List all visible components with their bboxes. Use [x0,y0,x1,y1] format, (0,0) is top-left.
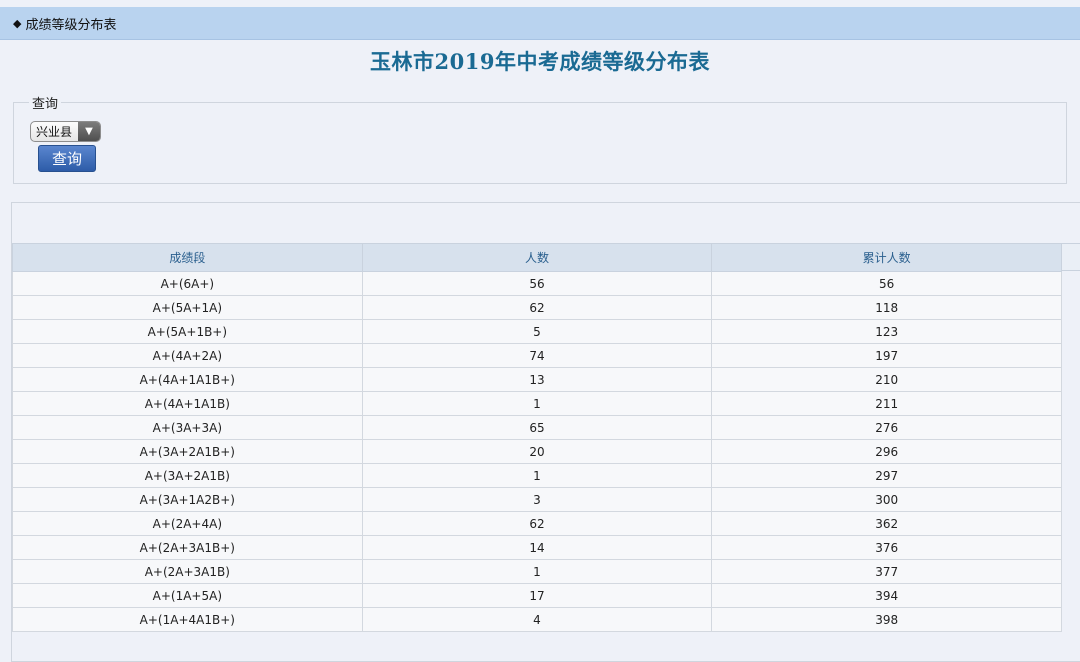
cell-cumulative: 276 [711,415,1062,440]
table-row: A+(1A+5A) 17 394 [12,583,1062,608]
column-header-grade-segment[interactable]: 成绩段 [12,243,363,272]
cell-grade-segment: A+(3A+2A1B) [12,463,363,488]
grade-distribution-table: 成绩段 人数 累计人数 A+(6A+) 56 56 A+(5A+1A) 62 118 A+(… [12,243,1062,632]
cell-cumulative: 394 [711,583,1062,608]
column-header-cumulative[interactable]: 累计人数 [711,243,1062,272]
cell-count: 1 [361,463,713,488]
cell-grade-segment: A+(2A+3A1B) [12,559,363,584]
table-row: A+(3A+1A2B+) 3 300 [12,487,1062,512]
cell-grade-segment: A+(1A+5A) [12,583,363,608]
table-row: A+(4A+1A1B+) 13 210 [12,367,1062,392]
diamond-icon: ◆ [13,16,22,30]
page-title: 玉林市2019年中考成绩等级分布表 [370,49,710,74]
cell-cumulative: 398 [711,607,1062,632]
cell-count: 3 [361,487,713,512]
cell-cumulative: 118 [711,295,1062,320]
cell-grade-segment: A+(4A+1A1B+) [12,367,363,392]
breadcrumb-label: 成绩等级分布表 [25,17,117,33]
table-row: A+(4A+1A1B) 1 211 [12,391,1062,416]
table-row: A+(5A+1B+) 5 123 [12,319,1062,344]
county-select[interactable]: 兴业县 ▼ [30,121,101,142]
table-row: A+(3A+3A) 65 276 [12,415,1062,440]
query-fieldset [13,102,1067,184]
cell-grade-segment: A+(3A+2A1B+) [12,439,363,464]
cell-count: 62 [361,511,713,536]
table-row: A+(1A+4A1B+) 4 398 [12,607,1062,632]
cell-cumulative: 297 [711,463,1062,488]
county-select-value: 兴业县 [36,125,73,139]
table-header-row: 成绩段 人数 累计人数 [12,243,1062,272]
cell-cumulative: 362 [711,511,1062,536]
cell-count: 1 [361,391,713,416]
cell-cumulative: 377 [711,559,1062,584]
table-row: A+(2A+4A) 62 362 [12,511,1062,536]
table-row: A+(2A+3A1B) 1 377 [12,559,1062,584]
table-body: A+(6A+) 56 56 A+(5A+1A) 62 118 A+(5A+1B+) 5 123 A… [12,271,1062,632]
table-row: A+(3A+2A1B) 1 297 [12,463,1062,488]
table-row: A+(5A+1A) 62 118 [12,295,1062,320]
cell-cumulative: 376 [711,535,1062,560]
cell-grade-segment: A+(3A+3A) [12,415,363,440]
cell-count: 14 [361,535,713,560]
cell-cumulative: 56 [711,271,1062,296]
cell-count: 65 [361,415,713,440]
cell-count: 62 [361,295,713,320]
table-header-spill [1062,243,1080,271]
cell-count: 13 [361,367,713,392]
cell-grade-segment: A+(5A+1B+) [12,319,363,344]
cell-cumulative: 123 [711,319,1062,344]
cell-count: 5 [361,319,713,344]
cell-count: 1 [361,559,713,584]
cell-count: 56 [361,271,713,296]
cell-grade-segment: A+(6A+) [12,271,363,296]
table-row: A+(4A+2A) 74 197 [12,343,1062,368]
query-legend: 查询 [29,93,62,112]
cell-grade-segment: A+(5A+1A) [12,295,363,320]
cell-cumulative: 300 [711,487,1062,512]
cell-cumulative: 211 [711,391,1062,416]
cell-cumulative: 296 [711,439,1062,464]
cell-cumulative: 210 [711,367,1062,392]
cell-count: 20 [361,439,713,464]
table-row: A+(3A+2A1B+) 20 296 [12,439,1062,464]
cell-count: 74 [361,343,713,368]
cell-grade-segment: A+(3A+1A2B+) [12,487,363,512]
cell-count: 17 [361,583,713,608]
chevron-down-icon[interactable]: ▼ [78,122,100,141]
query-button[interactable]: 查询 [38,145,96,172]
table-row: A+(6A+) 56 56 [12,271,1062,296]
breadcrumb-bar: ◆ 成绩等级分布表 [0,7,1080,40]
cell-grade-segment: A+(2A+3A1B+) [12,535,363,560]
column-header-count[interactable]: 人数 [361,243,713,272]
table-row: A+(2A+3A1B+) 14 376 [12,535,1062,560]
cell-grade-segment: A+(4A+2A) [12,343,363,368]
cell-cumulative: 197 [711,343,1062,368]
cell-grade-segment: A+(2A+4A) [12,511,363,536]
cell-grade-segment: A+(4A+1A1B) [12,391,363,416]
cell-grade-segment: A+(1A+4A1B+) [12,607,363,632]
cell-count: 4 [361,607,713,632]
